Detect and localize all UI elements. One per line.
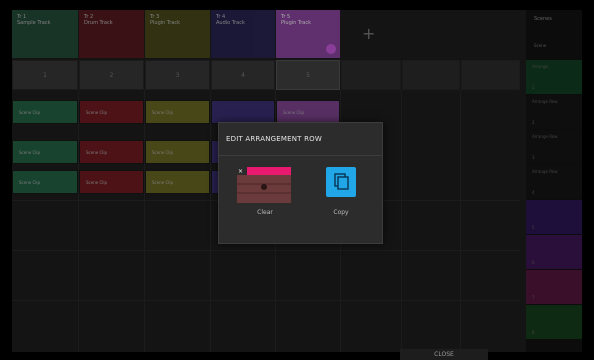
- track-type: Plugin Track: [150, 20, 180, 26]
- scene-list-panel: Scenes Scene Arrange 1 Arrange Row 2 Arr…: [526, 10, 582, 352]
- sequence-cell-3[interactable]: 3: [145, 60, 210, 90]
- scene-item-number: 3: [532, 155, 535, 160]
- scene-item-number: 7: [532, 295, 535, 300]
- copy-button[interactable]: Copy: [311, 165, 371, 225]
- scene-item-number: 1: [532, 85, 535, 90]
- clip-cell[interactable]: Scene Clip: [12, 100, 78, 124]
- scene-item[interactable]: Arrange Row 2: [526, 95, 582, 129]
- track-edit-icon[interactable]: [326, 44, 336, 54]
- scene-item[interactable]: 7: [526, 270, 582, 304]
- scene-item-label: Arrange Row: [532, 169, 558, 174]
- track-type: Audio Track: [216, 20, 245, 26]
- dialog-divider: [219, 155, 382, 156]
- clip-cell[interactable]: Scene Clip: [79, 170, 144, 194]
- sequence-cell-5[interactable]: 5: [276, 60, 340, 90]
- dialog-title: EDIT ARRANGEMENT ROW: [226, 135, 322, 143]
- clip-cell[interactable]: Scene Clip: [145, 100, 210, 124]
- track-header-row: Tr 1 Sample Track Tr 2 Drum Track Tr 3 P…: [12, 10, 520, 60]
- scene-item-label: Arrange Row: [532, 134, 558, 139]
- clip-cell[interactable]: Scene Clip: [276, 100, 340, 124]
- clip-cell[interactable]: Scene Clip: [145, 170, 210, 194]
- grid-divider: [460, 90, 461, 352]
- scene-item-label: Arrange Row: [532, 99, 558, 104]
- track-type: Plugin Track: [281, 20, 311, 26]
- scene-item[interactable]: 5: [526, 200, 582, 234]
- close-button[interactable]: CLOSE: [400, 349, 488, 360]
- sequence-cell-empty[interactable]: [461, 60, 520, 90]
- track-header-5[interactable]: Tr 5 Plugin Track: [276, 10, 340, 58]
- sequence-cell-1[interactable]: 1: [12, 60, 78, 90]
- sequence-number-row: 1 2 3 4 5: [12, 60, 520, 90]
- scene-item-label: Arrange: [532, 64, 548, 69]
- grid-divider: [78, 90, 79, 352]
- scene-item-number: 8: [532, 330, 535, 335]
- scene-item[interactable]: Arrange Row 3: [526, 130, 582, 164]
- track-header-3[interactable]: Tr 3 Plugin Track: [145, 10, 210, 58]
- clip-cell[interactable]: Scene Clip: [145, 140, 210, 164]
- track-header-1[interactable]: Tr 1 Sample Track: [12, 10, 78, 58]
- edit-arrangement-row-dialog: EDIT ARRANGEMENT ROW × Clear Copy: [218, 122, 383, 244]
- scene-item-number: 4: [532, 190, 535, 195]
- grid-divider: [401, 90, 402, 352]
- grid-divider: [210, 90, 211, 352]
- sequence-cell-empty[interactable]: [402, 60, 460, 90]
- track-header-2[interactable]: Tr 2 Drum Track: [79, 10, 144, 58]
- clip-cell[interactable]: Scene Clip: [79, 100, 144, 124]
- clear-label: Clear: [257, 209, 273, 216]
- clip-cell[interactable]: Scene Clip: [12, 170, 78, 194]
- clip-cell[interactable]: Scene Clip: [79, 140, 144, 164]
- track-header-4[interactable]: Tr 4 Audio Track: [211, 10, 275, 58]
- grid-divider: [144, 90, 145, 352]
- scene-item[interactable]: Arrange Row 4: [526, 165, 582, 199]
- sequence-cell-2[interactable]: 2: [79, 60, 144, 90]
- sequence-cell-4[interactable]: 4: [211, 60, 275, 90]
- sequence-cell-empty[interactable]: [341, 60, 401, 90]
- clip-cell[interactable]: [211, 100, 275, 124]
- svg-text:×: ×: [238, 168, 243, 175]
- scene-item-number: 6: [532, 260, 535, 265]
- scene-item[interactable]: 8: [526, 305, 582, 339]
- copy-icon: [326, 167, 356, 197]
- scene-item-number: 5: [532, 225, 535, 230]
- scene-panel-subheader: Scene: [534, 43, 547, 48]
- add-track-button[interactable]: +: [362, 24, 375, 43]
- grid-divider: [12, 300, 520, 301]
- clip-cell[interactable]: Scene Clip: [12, 140, 78, 164]
- scene-panel-header: Scenes: [534, 16, 552, 22]
- track-type: Sample Track: [17, 20, 51, 26]
- scene-item-number: 2: [532, 120, 535, 125]
- clear-button[interactable]: × Clear: [235, 165, 295, 225]
- scene-item[interactable]: Arrange 1: [526, 60, 582, 94]
- copy-label: Copy: [333, 209, 349, 216]
- grid-divider: [12, 250, 520, 251]
- clear-icon: ×: [237, 167, 291, 203]
- scene-item[interactable]: 6: [526, 235, 582, 269]
- track-type: Drum Track: [84, 20, 113, 26]
